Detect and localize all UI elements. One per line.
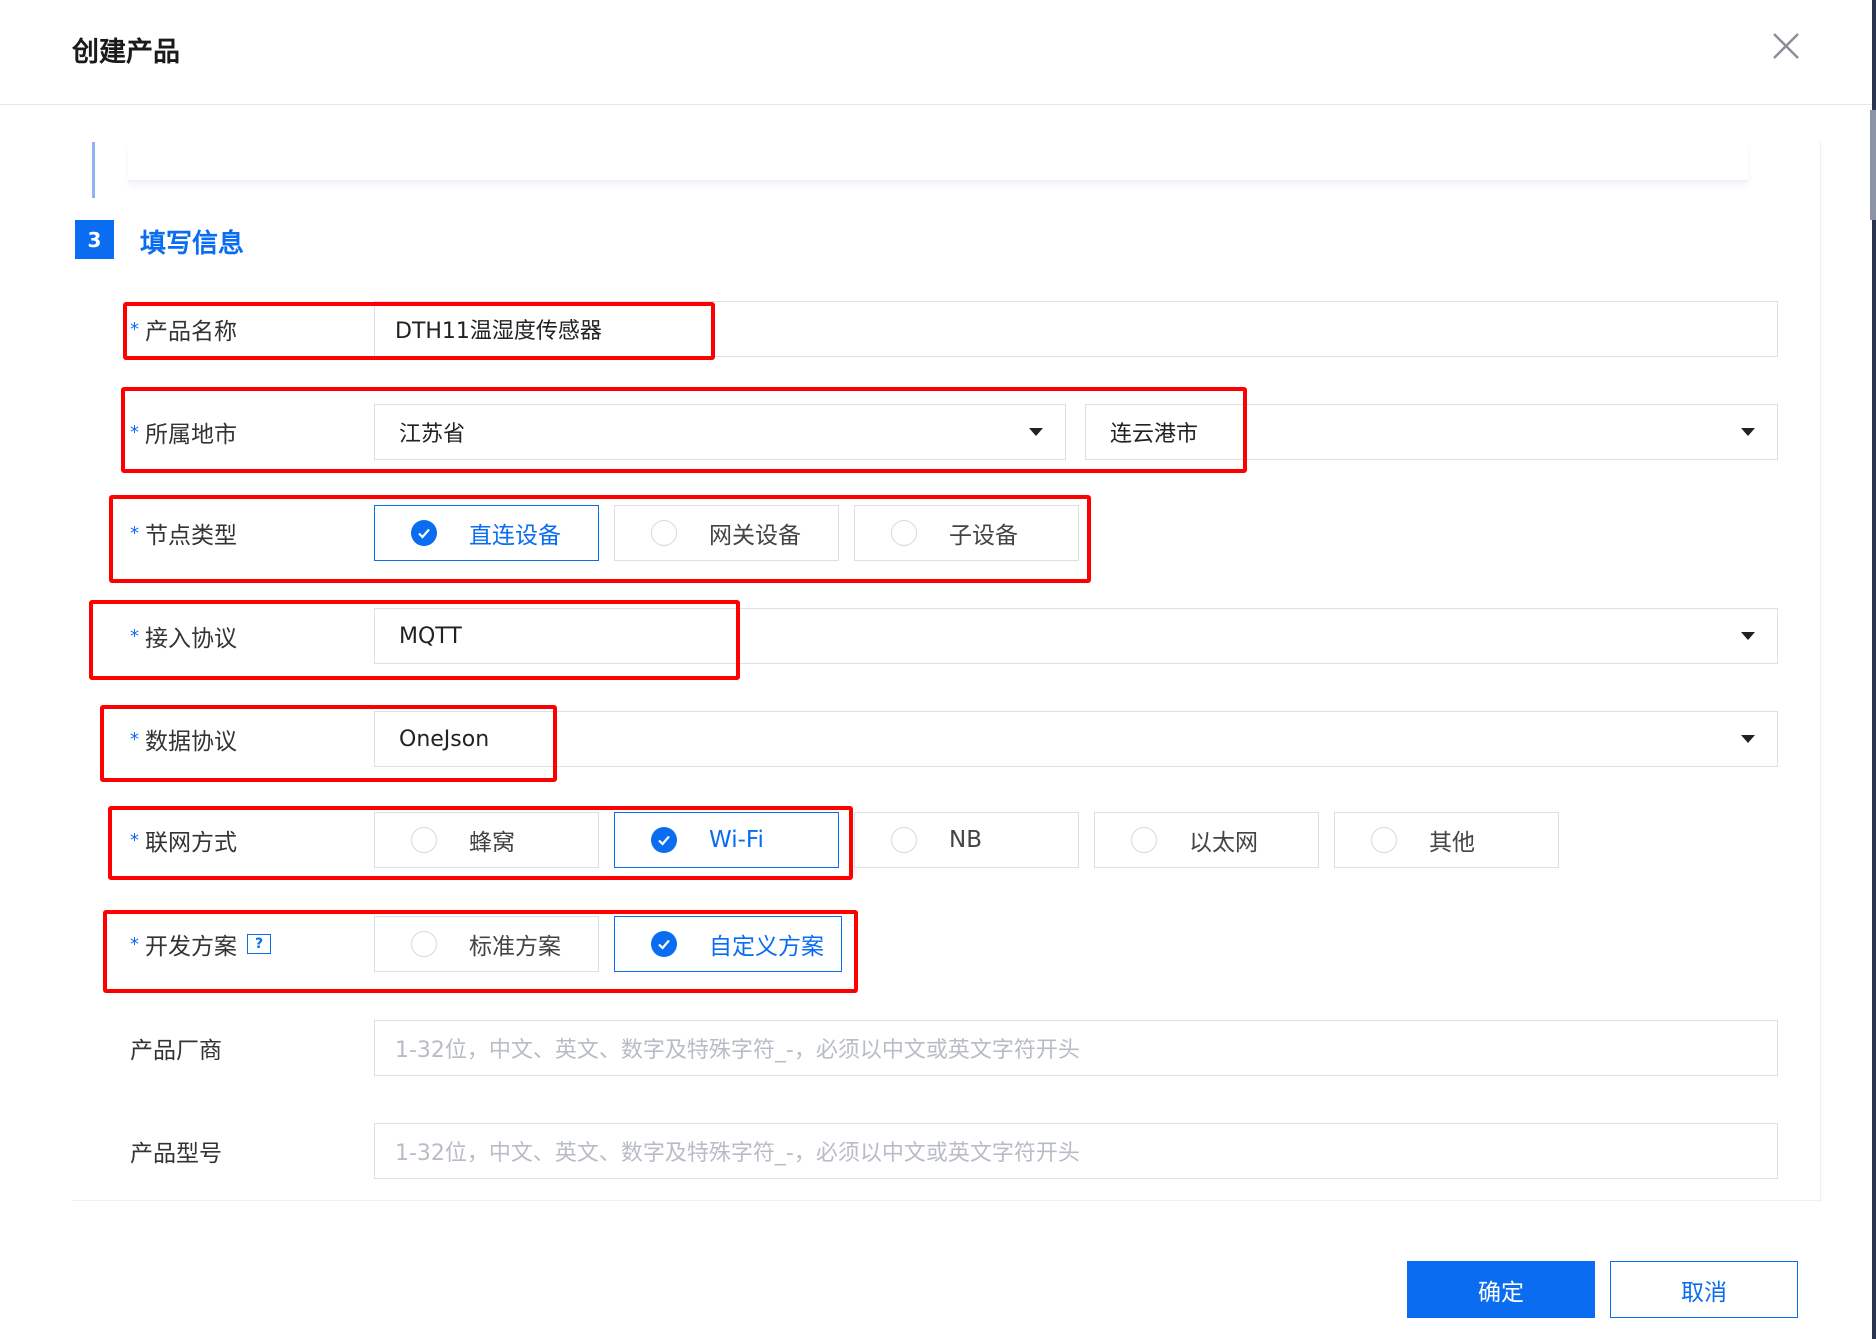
content-divider: [1820, 140, 1821, 1202]
dev-plan-label-text: 开发方案: [145, 934, 237, 960]
product-name-label: * 产品名称: [130, 301, 237, 357]
required-mark: *: [130, 522, 139, 544]
step-title: 填写信息: [140, 229, 245, 259]
caret-down-icon: [1741, 632, 1755, 640]
required-mark: *: [130, 728, 139, 750]
close-button[interactable]: [1766, 26, 1806, 66]
region-label-text: 所属地市: [145, 422, 237, 448]
option-label: NB: [949, 827, 982, 853]
required-mark: *: [130, 625, 139, 647]
step-number-badge: 3: [75, 220, 114, 259]
data-protocol-label: * 数据协议: [130, 711, 237, 767]
caret-down-icon: [1741, 428, 1755, 436]
option-label: 网关设备: [709, 523, 801, 549]
product-name-label-text: 产品名称: [145, 319, 237, 345]
radio-circle-icon: [1371, 827, 1397, 853]
scrollbar-thumb[interactable]: [1870, 110, 1876, 220]
radio-circle-icon: [891, 827, 917, 853]
node-type-label-text: 节点类型: [145, 523, 237, 549]
required-mark: *: [130, 421, 139, 443]
previous-step-card: [128, 140, 1748, 182]
access-protocol-label: * 接入协议: [130, 608, 237, 664]
option-label: 自定义方案: [709, 934, 824, 960]
node-type-option-gateway[interactable]: 网关设备: [614, 505, 839, 561]
check-icon: [411, 520, 437, 546]
radio-circle-icon: [891, 520, 917, 546]
required-mark: *: [130, 318, 139, 340]
check-icon: [651, 931, 677, 957]
province-value: 江苏省: [399, 422, 466, 447]
product-name-input[interactable]: DTH11温湿度传感器: [374, 301, 1778, 357]
node-type-option-subdevice[interactable]: 子设备: [854, 505, 1079, 561]
data-protocol-value: OneJson: [399, 726, 490, 752]
radio-circle-icon: [411, 827, 437, 853]
region-label: * 所属地市: [130, 404, 237, 460]
network-option-wifi[interactable]: Wi-Fi: [614, 812, 839, 868]
network-label-text: 联网方式: [145, 830, 237, 856]
option-label: 以太网: [1189, 830, 1258, 856]
access-protocol-select[interactable]: MQTT: [374, 608, 1778, 664]
data-protocol-select[interactable]: OneJson: [374, 711, 1778, 767]
vendor-label: 产品厂商: [130, 1038, 222, 1064]
access-protocol-label-text: 接入协议: [145, 626, 237, 652]
dev-plan-option-custom[interactable]: 自定义方案: [614, 916, 842, 972]
required-mark: *: [130, 829, 139, 851]
network-option-ethernet[interactable]: 以太网: [1094, 812, 1319, 868]
city-select[interactable]: 连云港市: [1085, 404, 1778, 460]
footer-divider: [72, 1200, 1822, 1201]
caret-down-icon: [1029, 428, 1043, 436]
model-input[interactable]: 1-32位，中文、英文、数字及特殊字符_-，必须以中文或英文字符开头: [374, 1123, 1778, 1179]
radio-circle-icon: [651, 520, 677, 546]
city-value: 连云港市: [1110, 422, 1199, 447]
option-label: 蜂窝: [469, 830, 515, 856]
network-label: * 联网方式: [130, 812, 237, 868]
network-option-other[interactable]: 其他: [1334, 812, 1559, 868]
option-label: 直连设备: [469, 523, 561, 549]
option-label: 子设备: [949, 523, 1018, 549]
network-option-nb[interactable]: NB: [854, 812, 1079, 868]
radio-circle-icon: [1131, 827, 1157, 853]
required-mark: *: [130, 933, 139, 955]
dev-plan-label: * 开发方案 ?: [130, 916, 271, 972]
radio-circle-icon: [411, 931, 437, 957]
cancel-button[interactable]: 取消: [1610, 1261, 1798, 1318]
vendor-input[interactable]: 1-32位，中文、英文、数字及特殊字符_-，必须以中文或英文字符开头: [374, 1020, 1778, 1076]
confirm-button[interactable]: 确定: [1407, 1261, 1595, 1318]
dev-plan-option-standard[interactable]: 标准方案: [374, 916, 599, 972]
dialog-header: 创建产品: [0, 0, 1876, 105]
dialog-title: 创建产品: [72, 37, 180, 68]
access-protocol-value: MQTT: [399, 623, 462, 649]
network-option-cellular[interactable]: 蜂窝: [374, 812, 599, 868]
node-type-option-direct[interactable]: 直连设备: [374, 505, 599, 561]
model-label: 产品型号: [130, 1141, 222, 1167]
option-label: 标准方案: [469, 934, 561, 960]
close-icon: [1773, 33, 1799, 59]
check-icon: [651, 827, 677, 853]
previous-step-line: [92, 142, 95, 198]
data-protocol-label-text: 数据协议: [145, 729, 237, 755]
option-label: 其他: [1429, 830, 1475, 856]
node-type-label: * 节点类型: [130, 505, 237, 561]
caret-down-icon: [1741, 735, 1755, 743]
province-select[interactable]: 江苏省: [374, 404, 1066, 460]
option-label: Wi-Fi: [709, 827, 764, 853]
help-icon[interactable]: ?: [247, 934, 271, 954]
